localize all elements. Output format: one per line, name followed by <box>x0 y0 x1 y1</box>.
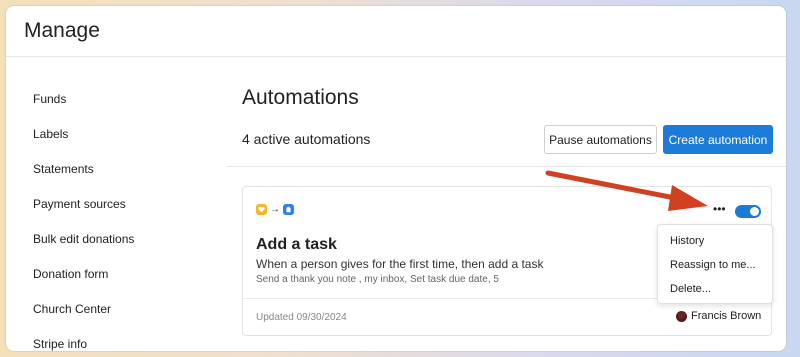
menu-item-reassign[interactable]: Reassign to me... <box>670 259 756 271</box>
sidebar-item-labels[interactable]: Labels <box>33 127 68 141</box>
automation-name: Add a task <box>256 236 337 253</box>
sidebar-item-bulk-edit-donations[interactable]: Bulk edit donations <box>33 232 134 246</box>
page-title: Manage <box>24 19 100 42</box>
automation-enabled-toggle[interactable] <box>735 205 761 218</box>
automation-steps: Send a thank you note , my inbox, Set ta… <box>256 274 499 285</box>
sidebar-item-donation-form[interactable]: Donation form <box>33 267 108 281</box>
divider <box>226 166 786 167</box>
owner-name: Francis Brown <box>691 310 762 322</box>
sidebar: Funds Labels Statements Payment sources … <box>6 58 226 351</box>
arrow-right-icon: → <box>270 204 280 215</box>
active-count: 4 active automations <box>242 131 371 147</box>
menu-item-history[interactable]: History <box>670 235 704 247</box>
header: Manage <box>6 6 786 57</box>
sidebar-item-stripe-info[interactable]: Stripe info <box>33 337 87 351</box>
section-title: Automations <box>242 86 359 109</box>
task-icon <box>283 204 294 215</box>
sidebar-item-statements[interactable]: Statements <box>33 162 94 176</box>
create-automation-button[interactable]: Create automation <box>663 125 773 154</box>
sidebar-item-church-center[interactable]: Church Center <box>33 302 111 316</box>
automation-flow: → <box>256 204 294 215</box>
automation-description: When a person gives for the first time, … <box>256 257 544 271</box>
main-content: Automations 4 active automations Pause a… <box>226 58 786 351</box>
sidebar-item-funds[interactable]: Funds <box>33 92 66 106</box>
avatar <box>676 310 687 322</box>
updated-date: Updated 09/30/2024 <box>256 312 347 323</box>
more-options-icon[interactable]: ••• <box>713 203 729 215</box>
pause-automations-button[interactable]: Pause automations <box>544 125 657 154</box>
toggle-knob <box>750 207 759 216</box>
owner[interactable]: Francis Brown <box>676 310 761 322</box>
menu-item-delete[interactable]: Delete... <box>670 283 711 295</box>
options-menu: History Reassign to me... Delete... <box>657 224 773 304</box>
heart-icon <box>256 204 267 215</box>
sidebar-item-payment-sources[interactable]: Payment sources <box>33 197 126 211</box>
